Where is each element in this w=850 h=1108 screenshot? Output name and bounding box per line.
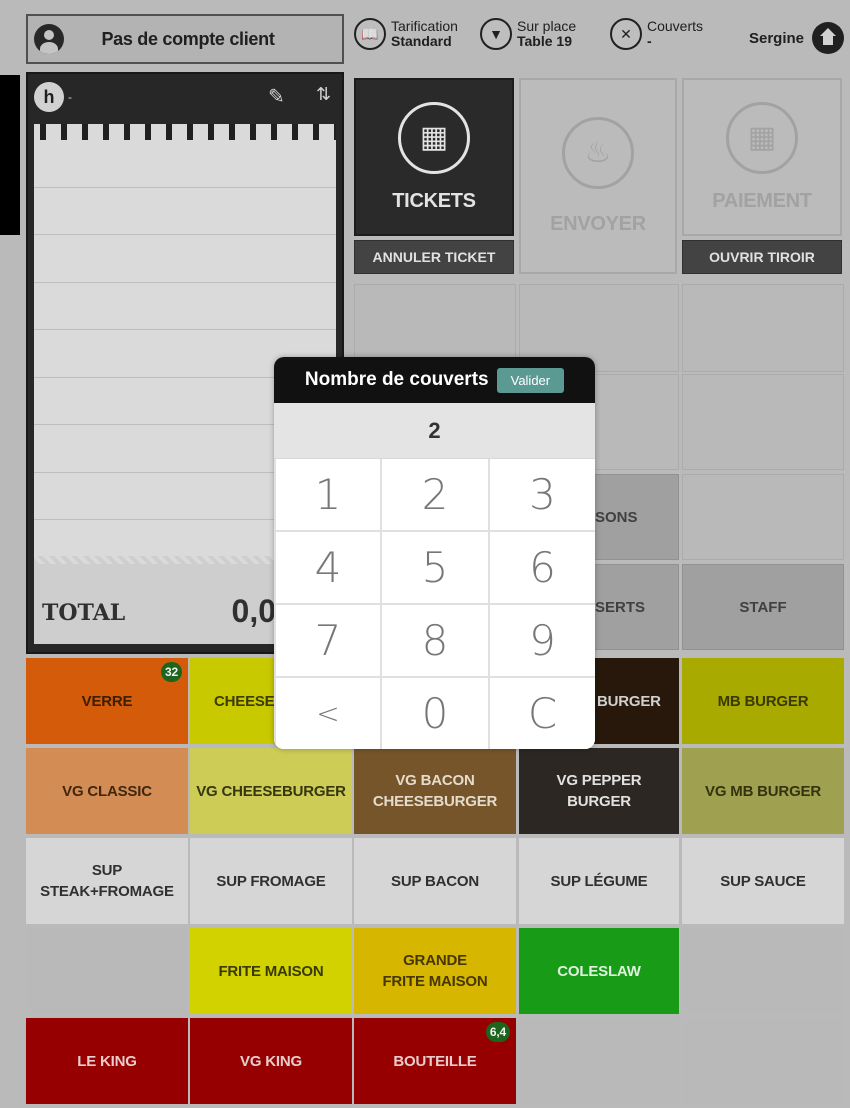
key-7[interactable]: 7 xyxy=(276,605,380,676)
key-1[interactable]: 1 xyxy=(276,459,380,530)
key-4[interactable]: 4 xyxy=(276,532,380,603)
key-5[interactable]: 5 xyxy=(382,532,488,603)
validate-button[interactable]: Valider xyxy=(496,367,565,393)
key-0[interactable]: 0 xyxy=(382,678,488,749)
backspace-key[interactable]: < xyxy=(276,678,380,749)
dialog-header: Nombre de couverts Valider xyxy=(274,357,595,403)
dialog-title: Nombre de couverts xyxy=(304,369,489,390)
covers-value-display: 2 xyxy=(274,403,595,459)
key-8[interactable]: 8 xyxy=(382,605,488,676)
clear-key[interactable]: C xyxy=(490,678,595,749)
key-9[interactable]: 9 xyxy=(490,605,595,676)
numeric-keypad: 1 2 3 4 5 6 7 8 9 < 0 C xyxy=(274,459,595,749)
key-6[interactable]: 6 xyxy=(490,532,595,603)
covers-dialog: Nombre de couverts Valider 2 1 2 3 4 5 6… xyxy=(274,357,595,749)
key-3[interactable]: 3 xyxy=(490,459,595,530)
key-2[interactable]: 2 xyxy=(382,459,488,530)
